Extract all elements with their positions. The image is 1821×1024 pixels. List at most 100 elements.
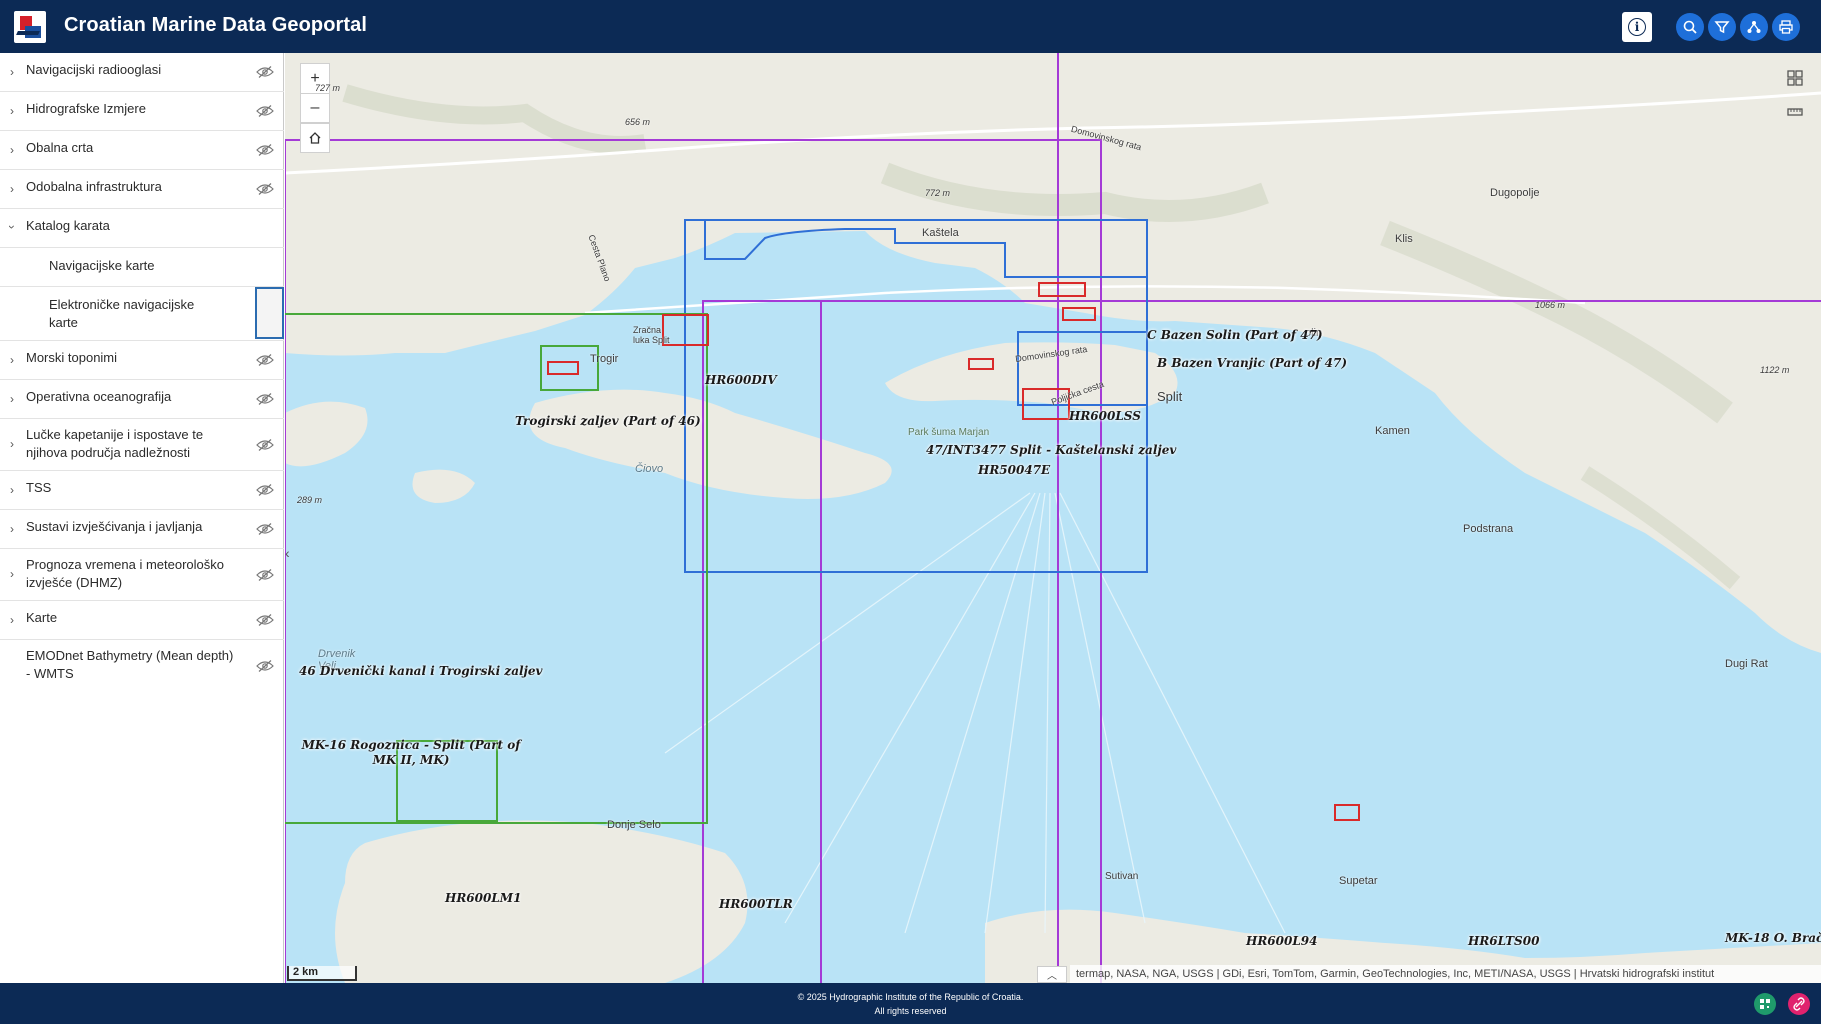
sublayer-item-elektronicke-navigacijske-karte[interactable]: Elektroničke navigacijske karte	[0, 287, 284, 341]
chart-label[interactable]: HR6LTS00	[1468, 934, 1539, 948]
collapse-panel-button[interactable]: ‹	[285, 545, 299, 571]
place-label: Kamen	[1375, 425, 1410, 437]
visibility-off-icon[interactable]	[256, 144, 274, 156]
basemap-gallery-button[interactable]	[1780, 63, 1810, 93]
info-icon: i	[1628, 18, 1646, 36]
layer-item-tss[interactable]: › TSS	[0, 471, 284, 510]
layer-item-obalna-crta[interactable]: › Obalna crta	[0, 131, 284, 170]
scale-bar: 2 km	[287, 966, 357, 981]
attribution-toggle[interactable]: ︿	[1037, 966, 1067, 983]
elevation-label: 772 m	[925, 188, 951, 198]
chevron-right-icon[interactable]: ›	[10, 437, 14, 451]
place-label: Klis	[1395, 233, 1413, 245]
visibility-off-icon[interactable]	[256, 393, 274, 405]
chevron-right-icon[interactable]: ›	[10, 613, 14, 627]
layer-item-prognoza-vremena[interactable]: › Prognoza vremena i meteorološko izvješ…	[0, 549, 284, 601]
place-label: Dugi Rat	[1725, 658, 1768, 670]
chevron-right-icon[interactable]: ›	[10, 104, 14, 118]
layer-item-morski-toponimi[interactable]: › Morski toponimi	[0, 341, 284, 380]
place-label: Park šuma Marjan	[908, 427, 990, 438]
app-header: Croatian Marine Data Geoportal i	[0, 0, 1821, 53]
home-button[interactable]	[300, 123, 330, 153]
chevron-right-icon[interactable]: ›	[10, 392, 14, 406]
visibility-toggle-selected[interactable]	[255, 287, 284, 339]
chart-label[interactable]: HR600LSS	[1069, 409, 1141, 423]
chart-label[interactable]: HR600TLR	[719, 897, 793, 911]
map-view[interactable]: + – ‹ Kaštela Trogir Split olin Kamen Kl…	[285, 53, 1821, 983]
layer-item-operativna-oceanografija[interactable]: › Operativna oceanografija	[0, 380, 284, 419]
visibility-off-icon[interactable]	[256, 484, 274, 496]
print-icon	[1779, 20, 1793, 34]
chart-label[interactable]: HR600L94	[1246, 934, 1318, 948]
chart-label[interactable]: MK-18 O. Brač (P	[1725, 931, 1821, 945]
chevron-right-icon[interactable]: ›	[10, 65, 14, 79]
layer-item-karte[interactable]: › Karte	[0, 601, 284, 640]
chart-label[interactable]: MK-16 Rogoznica - Split (Part of MK II, …	[291, 738, 531, 768]
place-label: Zračna luka Split	[633, 325, 670, 345]
place-label: Trogir	[590, 353, 619, 365]
chart-label[interactable]: 47/INT3477 Split - Kaštelanski zaljev	[926, 443, 1176, 457]
layer-list-panel: › Navigacijski radiooglasi › Hidrografsk…	[0, 53, 284, 983]
sublayer-item-navigacijske-karte[interactable]: Navigacijske karte	[0, 248, 284, 287]
visibility-off-icon[interactable]	[256, 439, 274, 451]
chevron-right-icon[interactable]: ›	[10, 522, 14, 536]
layer-item-navigacijski-radiooglasi[interactable]: › Navigacijski radiooglasi	[0, 53, 284, 92]
share-button[interactable]	[1740, 13, 1768, 41]
filter-button[interactable]	[1708, 13, 1736, 41]
chart-label[interactable]: Trogirski zaljev (Part of 46)	[515, 414, 701, 428]
place-label: Dugopolje	[1490, 187, 1540, 199]
layer-item-odobalna-infrastruktura[interactable]: › Odobalna infrastruktura	[0, 170, 284, 209]
visibility-off-icon[interactable]	[256, 569, 274, 581]
qr-button[interactable]	[1754, 993, 1776, 1015]
layer-item-hidrografske-izmjere[interactable]: › Hidrografske Izmjere	[0, 92, 284, 131]
layer-label: Prognoza vremena i meteorološko izvješće…	[26, 557, 224, 590]
grid-icon	[1787, 70, 1803, 86]
attribution-text: termap, NASA, NGA, USGS | GDi, Esri, Tom…	[1076, 968, 1715, 980]
search-button[interactable]	[1676, 13, 1704, 41]
layer-label: Sustavi izvješćivanja i javljanja	[26, 519, 203, 534]
place-label: Donje Selo	[607, 819, 661, 831]
chevron-right-icon[interactable]: ›	[10, 567, 14, 581]
chevron-right-icon[interactable]: ›	[10, 353, 14, 367]
measure-button[interactable]	[1780, 97, 1810, 127]
chart-label[interactable]: C Bazen Solin (Part of 47)	[1147, 328, 1323, 342]
visibility-off-icon[interactable]	[256, 523, 274, 535]
layer-item-katalog-karata[interactable]: › Katalog karata	[0, 209, 284, 248]
layer-item-sustavi-izvjescivanja[interactable]: › Sustavi izvješćivanja i javljanja	[0, 510, 284, 549]
app-footer: © 2025 Hydrographic Institute of the Rep…	[0, 983, 1821, 1024]
zoom-out-button[interactable]: –	[300, 93, 330, 123]
ruler-icon	[1787, 108, 1803, 116]
sublayer-label: Navigacijske karte	[49, 258, 155, 273]
app-title: Croatian Marine Data Geoportal	[64, 14, 368, 36]
visibility-off-icon[interactable]	[256, 105, 274, 117]
visibility-off-icon[interactable]	[256, 183, 274, 195]
link-button[interactable]	[1788, 993, 1810, 1015]
search-icon	[1683, 20, 1697, 34]
info-button[interactable]: i	[1622, 12, 1652, 42]
share-icon	[1747, 21, 1761, 33]
layer-item-lucke-kapetanije[interactable]: › Lučke kapetanije i ispostave te njihov…	[0, 419, 284, 471]
layer-item-emodnet-bathymetry[interactable]: EMODnet Bathymetry (Mean depth) - WMTS	[0, 640, 284, 692]
attribution-bar[interactable]: termap, NASA, NGA, USGS | GDi, Esri, Tom…	[1070, 965, 1821, 983]
place-label: Sutivan	[1105, 871, 1139, 882]
home-icon	[309, 132, 321, 144]
chevron-right-icon[interactable]: ›	[10, 143, 14, 157]
visibility-off-icon[interactable]	[256, 66, 274, 78]
visibility-off-icon[interactable]	[256, 660, 274, 672]
hhi-logo	[14, 11, 46, 43]
chart-label[interactable]: HR600DIV	[705, 373, 777, 387]
chevron-down-icon[interactable]: ›	[5, 225, 19, 229]
chevron-right-icon[interactable]: ›	[10, 182, 14, 196]
chart-label[interactable]: HR600LM1	[445, 891, 521, 905]
basemap	[285, 53, 1821, 983]
chart-label[interactable]: 46 Drvenički kanal i Trogirski zaljev	[299, 664, 542, 678]
print-button[interactable]	[1772, 13, 1800, 41]
visibility-off-icon[interactable]	[256, 354, 274, 366]
chevron-right-icon[interactable]: ›	[10, 483, 14, 497]
layer-label: EMODnet Bathymetry (Mean depth) - WMTS	[26, 648, 234, 681]
chart-label[interactable]: HR50047E	[978, 463, 1050, 477]
chart-label[interactable]: B Bazen Vranjic (Part of 47)	[1157, 356, 1347, 370]
place-label: Split	[1157, 389, 1183, 404]
visibility-off-icon[interactable]	[256, 614, 274, 626]
zoom-out-icon: –	[310, 99, 320, 116]
